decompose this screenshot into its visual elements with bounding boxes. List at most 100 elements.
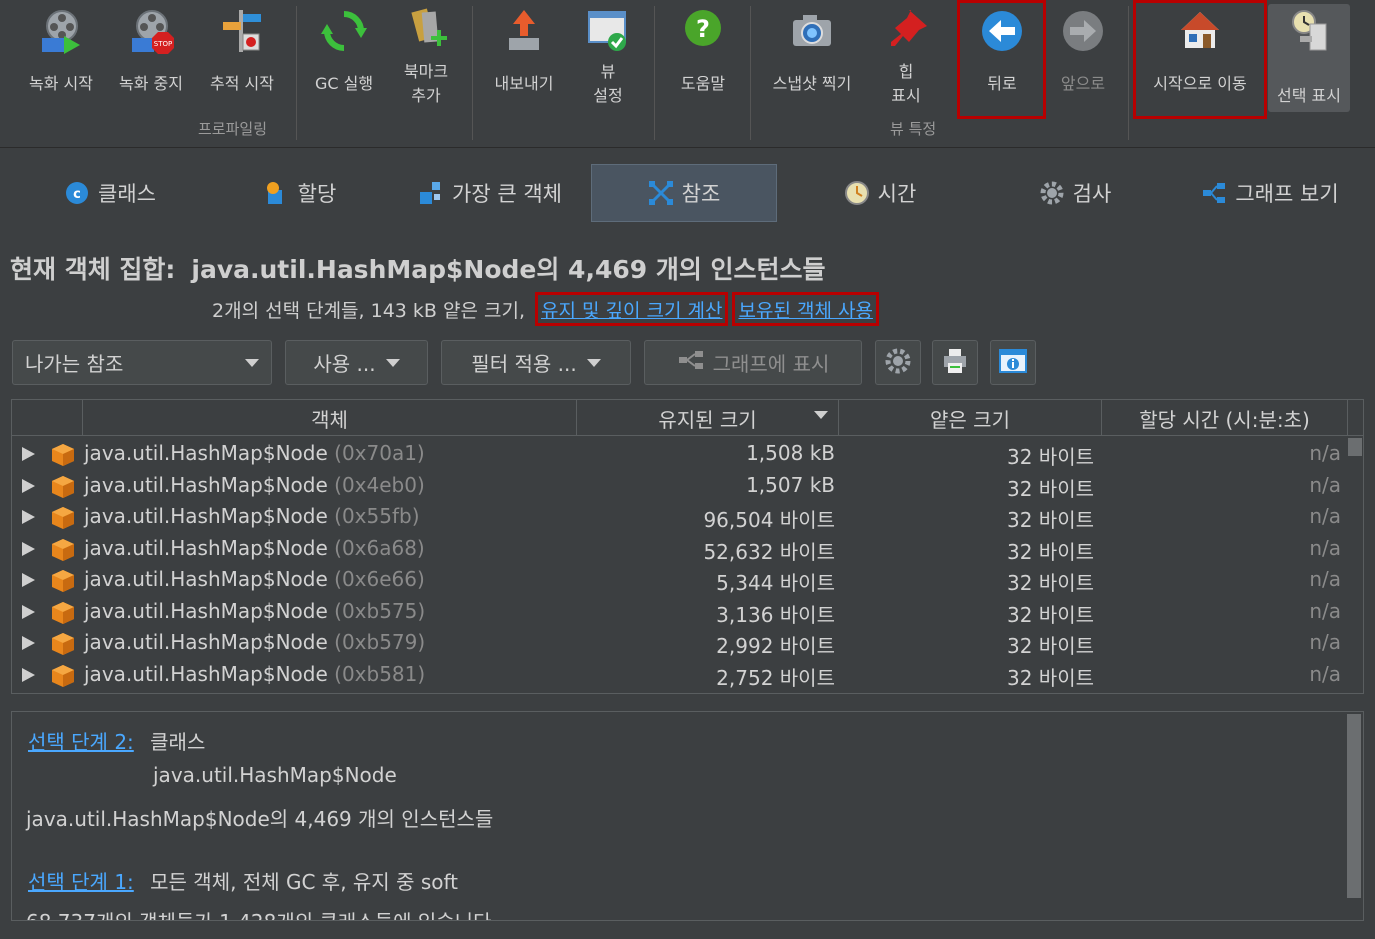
view-options-button[interactable] <box>875 340 921 385</box>
run-gc-label: GC 실행 <box>314 74 374 93</box>
sort-descending-icon <box>814 411 828 419</box>
expand-arrow-icon[interactable] <box>22 541 35 556</box>
print-button[interactable] <box>932 340 978 385</box>
shallow-size-cell: 32 바이트 <box>1007 602 1095 627</box>
column-header-object[interactable]: 객체 <box>83 400 577 436</box>
scrollbar-thumb[interactable] <box>1347 714 1361 898</box>
tab-classes[interactable]: c 클래스 <box>30 164 190 222</box>
tab-references[interactable]: 참조 <box>591 164 777 222</box>
apply-filter-button[interactable]: 필터 적용 ... <box>441 340 631 385</box>
tab-time[interactable]: 시간 <box>825 164 935 222</box>
selection-step-1: 선택 단계 1: 모든 객체, 전체 GC 후, 유지 중 soft <box>28 866 458 895</box>
info-window-icon <box>998 347 1028 379</box>
tab-inspections-label: 검사 <box>1072 182 1112 206</box>
view-settings-button[interactable]: 뷰 설정 <box>570 4 646 112</box>
help-button[interactable]: ? 도움말 <box>658 4 748 112</box>
object-cube-icon <box>50 663 76 694</box>
table-row[interactable]: java.util.HashMap$Node (0xb581) 2,752 바이트… <box>12 659 1345 691</box>
table-row[interactable]: java.util.HashMap$Node (0x6a68) 52,632 바이… <box>12 533 1345 565</box>
selection-step-1-link[interactable]: 선택 단계 1: <box>28 870 134 894</box>
column-header-retained-size[interactable]: 유지된 크기 <box>577 400 839 436</box>
table-row[interactable]: java.util.HashMap$Node (0x6e66) 5,344 바이트… <box>12 564 1345 596</box>
expand-arrow-icon[interactable] <box>22 604 35 619</box>
expand-arrow-icon[interactable] <box>22 510 35 524</box>
references-icon <box>648 180 674 206</box>
show-in-graph-button[interactable]: 그래프에 표시 <box>644 340 862 385</box>
toolbar-separator <box>750 6 751 140</box>
tab-allocations[interactable]: 할당 <box>230 164 370 222</box>
shallow-size-cell: 32 바이트 <box>1007 476 1095 501</box>
toolbar-separator <box>1128 6 1129 140</box>
run-gc-button[interactable]: GC 실행 <box>300 4 388 112</box>
object-cube-icon <box>50 442 76 473</box>
highlight-retained-link: 보유된 객체 사용 <box>732 292 879 326</box>
show-selection-button[interactable]: 선택 표시 <box>1268 4 1350 112</box>
start-tracking-label: 추적 시작 <box>210 74 274 93</box>
use-retained-objects-link[interactable]: 보유된 객체 사용 <box>738 296 872 323</box>
table-row[interactable]: java.util.HashMap$Node (0xb575) 3,136 바이트… <box>12 596 1345 628</box>
object-cube-icon <box>50 537 76 568</box>
start-tracking-button[interactable]: 추적 시작 <box>196 4 288 112</box>
tab-biggest-objects-label: 가장 큰 객체 <box>452 182 562 206</box>
references-table: 객체 유지된 크기 얕은 크기 할당 시간 (시:분:초) java.util.… <box>11 399 1364 694</box>
object-address: (0x6a68) <box>334 535 425 560</box>
info-button[interactable] <box>990 340 1036 385</box>
expand-arrow-icon[interactable] <box>22 573 35 587</box>
start-recording-button[interactable]: 녹화 시작 <box>16 4 106 112</box>
add-bookmark-label-1: 북마크 <box>403 62 449 81</box>
details-vertical-scrollbar[interactable] <box>1345 712 1363 920</box>
show-in-graph-label: 그래프에 표시 <box>712 352 830 376</box>
column-header-expander <box>12 400 83 436</box>
selection-step-1-text: 모든 객체, 전체 GC 후, 유지 중 soft <box>150 870 459 894</box>
object-class-name: java.util.HashMap$Node <box>84 504 328 528</box>
expand-arrow-icon[interactable] <box>22 478 35 493</box>
expand-arrow-icon[interactable] <box>22 447 35 461</box>
table-vertical-scrollbar[interactable] <box>1346 436 1362 693</box>
take-snapshot-button[interactable]: 스냅샷 찍기 <box>756 4 868 112</box>
show-heap-button[interactable]: 힙 표시 <box>868 4 944 112</box>
toolbar-separator <box>296 6 297 140</box>
add-bookmark-button[interactable]: 북마크 추가 <box>388 4 464 112</box>
object-address: (0x6e66) <box>334 567 425 591</box>
highlight-calc-link: 유지 및 깊이 크기 계산 <box>535 292 729 326</box>
use-button[interactable]: 사용 ... <box>285 340 428 385</box>
object-address: (0x70a1) <box>334 441 425 465</box>
reference-direction-select[interactable]: 나가는 참조 <box>12 340 272 385</box>
stop-recording-button[interactable]: STOP 녹화 중지 <box>106 4 196 112</box>
svg-text:c: c <box>73 187 81 202</box>
forward-button[interactable]: 앞으로 <box>1046 4 1120 112</box>
gc-recycle-icon <box>319 6 369 56</box>
forward-label: 앞으로 <box>1060 74 1106 93</box>
tab-biggest-objects[interactable]: 가장 큰 객체 <box>395 164 585 222</box>
selection-step-2-description: java.util.HashMap$Node의 4,469 개의 인스턴스들 <box>26 807 494 831</box>
back-button[interactable]: 뒤로 <box>960 4 1044 112</box>
object-address: (0xb575) <box>334 598 426 623</box>
object-address: (0x55fb) <box>334 504 420 528</box>
selection-step-1-description: 68,737개의 객체들가 1,428개의 클래스들에 있습니다 <box>26 906 491 920</box>
column-header-shallow-size[interactable]: 얕은 크기 <box>839 400 1102 436</box>
expand-arrow-icon[interactable] <box>22 667 35 682</box>
arrow-left-icon <box>977 6 1027 56</box>
table-row[interactable]: java.util.HashMap$Node (0x55fb) 96,504 바이… <box>12 501 1345 533</box>
tab-inspections[interactable]: 검사 <box>1020 164 1130 222</box>
scrollbar-thumb[interactable] <box>1348 438 1362 456</box>
tab-graph[interactable]: 그래프 보기 <box>1185 164 1355 222</box>
pin-icon <box>881 6 931 56</box>
shallow-size-cell: 32 바이트 <box>1007 539 1095 564</box>
table-row[interactable]: java.util.HashMap$Node (0xb579) 2,992 바이트… <box>12 627 1345 659</box>
object-cube-icon <box>50 568 76 599</box>
object-class-name: java.util.HashMap$Node <box>84 472 328 497</box>
selection-step-2-link[interactable]: 선택 단계 2: <box>28 730 134 754</box>
selection-step-2-class: java.util.HashMap$Node <box>153 763 397 787</box>
go-to-start-button[interactable]: 시작으로 이동 <box>1136 4 1264 112</box>
column-header-allocation-time[interactable]: 할당 시간 (시:분:초) <box>1102 400 1348 436</box>
back-label: 뒤로 <box>987 74 1017 93</box>
shallow-size-cell: 32 바이트 <box>1007 634 1095 658</box>
table-row[interactable]: java.util.HashMap$Node (0x4eb0) 1,507 kB 3… <box>12 470 1345 502</box>
expand-arrow-icon[interactable] <box>22 636 35 650</box>
calculate-retained-sizes-link[interactable]: 유지 및 깊이 크기 계산 <box>541 296 722 323</box>
start-recording-label: 녹화 시작 <box>29 74 93 93</box>
table-header: 객체 유지된 크기 얕은 크기 할당 시간 (시:분:초) <box>12 400 1363 436</box>
export-button[interactable]: 내보내기 <box>478 4 570 112</box>
table-row[interactable]: java.util.HashMap$Node (0x70a1) 1,508 kB 3… <box>12 438 1345 470</box>
